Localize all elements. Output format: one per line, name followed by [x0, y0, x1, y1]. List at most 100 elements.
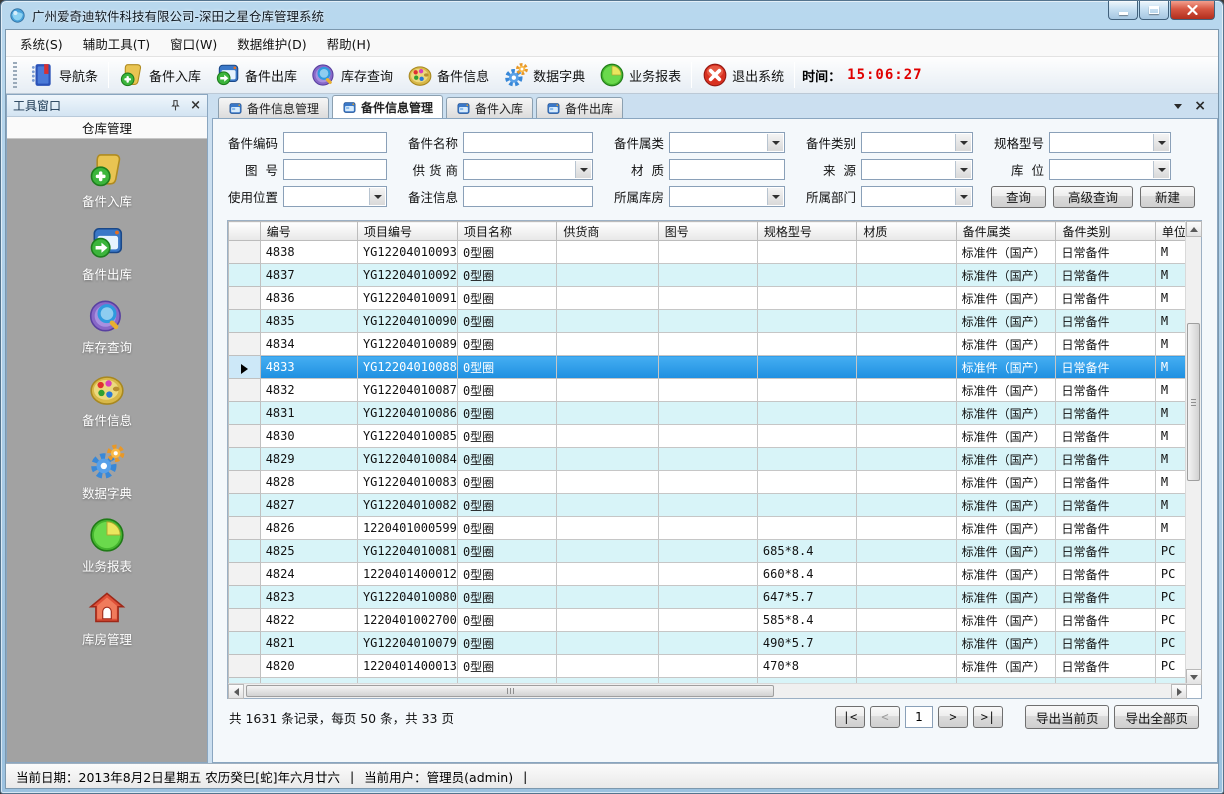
toolbar-button-data-dictionary[interactable]: 数据字典 [496, 60, 592, 90]
row-selector-cell[interactable] [229, 356, 261, 379]
table-row[interactable]: 482612204010005990型圈标准件（国产）日常备件M [229, 517, 1187, 540]
usage-position-select[interactable] [283, 186, 387, 207]
storage-bin-select[interactable] [1049, 159, 1171, 180]
table-row[interactable]: 4825YG122040100810型圈685*8.4标准件（国产）日常备件PC [229, 540, 1187, 563]
table-row[interactable]: 4833YG122040100880型圈标准件（国产）日常备件M [229, 356, 1187, 379]
table-row[interactable]: 4836YG122040100910型圈标准件（国产）日常备件M [229, 287, 1187, 310]
sidebar-item-business-report[interactable]: 业务报表 [7, 516, 207, 575]
sidebar-item-warehouse-management[interactable]: 库房管理 [7, 589, 207, 648]
row-selector-cell[interactable] [229, 264, 261, 287]
sidebar-item-data-dictionary[interactable]: 数据字典 [7, 443, 207, 502]
horizontal-scrollbar[interactable] [228, 683, 1187, 698]
row-selector-cell[interactable] [229, 494, 261, 517]
vertical-scroll-thumb[interactable] [1187, 323, 1200, 481]
row-selector-cell[interactable] [229, 287, 261, 310]
remark-input[interactable] [463, 186, 593, 207]
export-all-pages-button[interactable]: 导出全部页 [1114, 705, 1199, 729]
vertical-scrollbar[interactable] [1185, 221, 1201, 685]
row-selector-cell[interactable] [229, 517, 261, 540]
tab-close-icon[interactable]: × [1194, 99, 1206, 113]
row-selector-cell[interactable] [229, 402, 261, 425]
row-selector-cell[interactable] [229, 333, 261, 356]
toolbar-button-parts-inbound[interactable]: 备件入库 [112, 60, 208, 90]
next-page-button[interactable]: > [938, 706, 968, 728]
table-row[interactable]: 482212204010027000型圈585*8.4标准件（国产）日常备件PC [229, 609, 1187, 632]
table-row[interactable]: 482012204014000130型圈470*8标准件（国产）日常备件PC [229, 655, 1187, 678]
row-selector-cell[interactable] [229, 540, 261, 563]
table-row[interactable]: 4829YG122040100840型圈标准件（国产）日常备件M [229, 448, 1187, 471]
sidebar-item-parts-outbound[interactable]: 备件出库 [7, 224, 207, 283]
spec-model-select[interactable] [1049, 132, 1171, 153]
table-row[interactable]: 4830YG122040100850型圈标准件（国产）日常备件M [229, 425, 1187, 448]
column-header[interactable]: 规格型号 [757, 222, 856, 241]
column-header[interactable]: 备件属类 [956, 222, 1056, 241]
sidebar-item-parts-info[interactable]: 备件信息 [7, 370, 207, 429]
column-header[interactable]: 项目编号 [357, 222, 457, 241]
column-header[interactable]: 图号 [658, 222, 757, 241]
toolbar-button-parts-outbound[interactable]: 备件出库 [208, 60, 304, 90]
column-header[interactable]: 单位 [1155, 222, 1186, 241]
table-row[interactable]: 4837YG122040100920型圈标准件（国产）日常备件M [229, 264, 1187, 287]
query-button[interactable]: 查询 [991, 186, 1046, 208]
table-row[interactable]: 4834YG122040100890型圈标准件（国产）日常备件M [229, 333, 1187, 356]
toolbar-grip-handle[interactable] [13, 62, 17, 88]
minimize-button[interactable] [1108, 1, 1138, 20]
row-selector-cell[interactable] [229, 632, 261, 655]
advanced-query-button[interactable]: 高级查询 [1053, 186, 1133, 208]
table-row[interactable]: 4823YG122040100800型圈647*5.7标准件（国产）日常备件PC [229, 586, 1187, 609]
export-current-page-button[interactable]: 导出当前页 [1025, 705, 1110, 729]
part-type-select[interactable] [861, 132, 973, 153]
row-selector-cell[interactable] [229, 379, 261, 402]
row-selector-cell[interactable] [229, 563, 261, 586]
column-header[interactable]: 材质 [857, 222, 956, 241]
maximize-button[interactable] [1139, 1, 1169, 20]
part-name-input[interactable] [463, 132, 593, 153]
column-header[interactable]: 编号 [260, 222, 357, 241]
sidebar-item-parts-inbound[interactable]: 备件入库 [7, 151, 207, 210]
previous-page-button[interactable]: < [870, 706, 900, 728]
tab-parts-outbound[interactable]: 备件出库 [536, 97, 623, 118]
department-select[interactable] [861, 186, 973, 207]
pin-icon[interactable] [169, 99, 182, 112]
scroll-left-button[interactable] [228, 684, 244, 699]
row-selector-cell[interactable] [229, 241, 261, 264]
row-selector-cell[interactable] [229, 655, 261, 678]
table-row[interactable]: 4827YG122040100820型圈标准件（国产）日常备件M [229, 494, 1187, 517]
material-input[interactable] [669, 159, 785, 180]
column-header[interactable]: 项目名称 [457, 222, 556, 241]
menu-data-maintenance[interactable]: 数据维护(D) [227, 30, 316, 57]
source-select[interactable] [861, 159, 973, 180]
table-row[interactable]: 4838YG122040100930型圈标准件（国产）日常备件M [229, 241, 1187, 264]
row-selector-cell[interactable] [229, 310, 261, 333]
tab-list-dropdown-icon[interactable] [1174, 104, 1182, 109]
column-header[interactable]: 备件类别 [1056, 222, 1155, 241]
table-row[interactable]: 4832YG122040100870型圈标准件（国产）日常备件M [229, 379, 1187, 402]
supplier-select[interactable] [463, 159, 593, 180]
menu-system[interactable]: 系统(S) [10, 30, 73, 57]
scroll-up-button[interactable] [1186, 221, 1202, 237]
close-button[interactable] [1170, 1, 1215, 20]
horizontal-scroll-thumb[interactable] [246, 685, 774, 697]
table-row[interactable]: 4821YG122040100790型圈490*5.7标准件（国产）日常备件PC [229, 632, 1187, 655]
tab-parts-info-management-2[interactable]: 备件信息管理 [332, 95, 443, 118]
part-category-select[interactable] [669, 132, 785, 153]
warehouse-select[interactable] [669, 186, 785, 207]
row-selector-cell[interactable] [229, 425, 261, 448]
row-selector-cell[interactable] [229, 448, 261, 471]
create-new-button[interactable]: 新建 [1140, 186, 1195, 208]
table-row[interactable]: 4835YG122040100900型圈标准件（国产）日常备件M [229, 310, 1187, 333]
menu-aux-tools[interactable]: 辅助工具(T) [73, 30, 160, 57]
menu-help[interactable]: 帮助(H) [317, 30, 381, 57]
toolbar-button-parts-info[interactable]: 备件信息 [400, 60, 496, 90]
page-number-input[interactable]: 1 [905, 706, 933, 728]
table-row[interactable]: 482412204014000120型圈660*8.4标准件（国产）日常备件PC [229, 563, 1187, 586]
row-selector-cell[interactable] [229, 586, 261, 609]
toolbar-button-business-report[interactable]: 业务报表 [592, 60, 688, 90]
part-code-input[interactable] [283, 132, 387, 153]
first-page-button[interactable]: |< [835, 706, 865, 728]
menu-window[interactable]: 窗口(W) [160, 30, 227, 57]
last-page-button[interactable]: >| [973, 706, 1003, 728]
toolbar-button-stock-query[interactable]: 库存查询 [304, 60, 400, 90]
sidebar-item-stock-query[interactable]: 库存查询 [7, 297, 207, 356]
scroll-right-button[interactable] [1171, 684, 1187, 699]
